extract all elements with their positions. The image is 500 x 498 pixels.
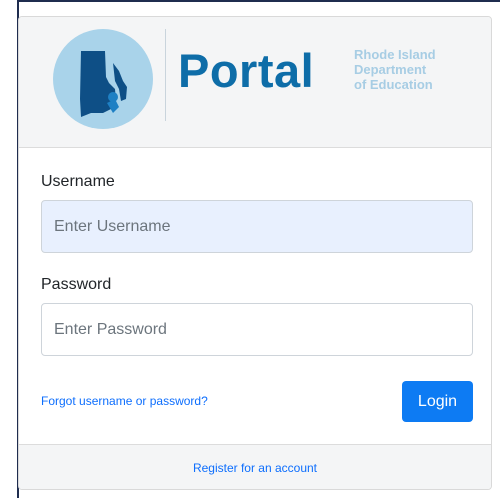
rhode-island-map-icon <box>80 51 127 117</box>
password-label: Password <box>41 276 112 293</box>
username-label: Username <box>41 173 115 190</box>
password-input[interactable] <box>41 303 473 356</box>
org-name: Rhode Island Department of Education <box>354 47 436 92</box>
org-name-line: of Education <box>354 77 433 92</box>
org-name-line: Rhode Island <box>354 47 436 62</box>
logo-divider <box>165 29 166 121</box>
card-header: Portal Rhode Island Department of Educat… <box>19 17 491 148</box>
card-footer: Register for an account <box>19 444 491 489</box>
login-form: Username Password Forgot username or pas… <box>19 148 491 444</box>
logo <box>53 29 153 129</box>
login-card: Portal Rhode Island Department of Educat… <box>18 16 492 490</box>
org-name-line: Department <box>354 62 427 77</box>
register-link[interactable]: Register for an account <box>193 461 317 475</box>
username-input[interactable] <box>41 200 473 253</box>
forgot-credentials-link[interactable]: Forgot username or password? <box>41 394 208 408</box>
portal-title: Portal <box>178 44 315 97</box>
login-button[interactable]: Login <box>402 381 473 422</box>
